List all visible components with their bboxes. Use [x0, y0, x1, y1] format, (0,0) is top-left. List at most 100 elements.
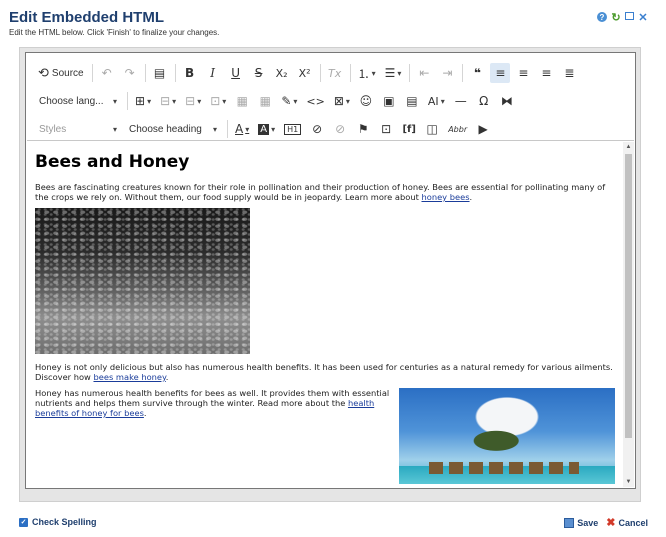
table-column-icon[interactable]: ⊟ ▾	[157, 91, 179, 111]
link-icon[interactable]: ⊘	[307, 119, 327, 139]
align-center-icon[interactable]: ≡	[513, 63, 533, 83]
blockquote-button[interactable]: ❝	[467, 63, 487, 83]
honey-bees-link[interactable]: honey bees	[421, 192, 469, 202]
editor-scrollbar[interactable]: ▲ ▼	[623, 142, 634, 487]
merge-cells-icon[interactable]: ⊡ ▾	[207, 91, 229, 111]
redo-icon[interactable]: ↷	[120, 63, 140, 83]
chevron-down-icon: ▾	[212, 124, 217, 134]
save-label: Save	[577, 517, 599, 528]
styles-select[interactable]: Styles ▾	[35, 119, 121, 139]
remove-format-button[interactable]: Tx	[325, 63, 345, 83]
float-section: Honey has numerous health benefits for b…	[35, 388, 615, 484]
select-all-icon[interactable]: ▤	[150, 63, 170, 83]
embed-media-icon[interactable]: ▶	[473, 119, 493, 139]
scrollbar-thumb[interactable]	[625, 154, 632, 438]
font-background-icon[interactable]: A ▾	[255, 119, 278, 139]
subscript-button[interactable]: X₂	[272, 63, 292, 83]
dialog-subtitle: Edit the HTML below. Click 'Finish' to f…	[9, 28, 220, 37]
separator	[127, 92, 128, 110]
heading-label: Choose heading	[129, 123, 202, 135]
chevron-down-icon: ▾	[112, 124, 117, 134]
abbreviation-button[interactable]: Abbr	[445, 119, 470, 139]
accessibility-icon[interactable]: ☺	[356, 91, 376, 111]
source-icon: ⟲	[38, 65, 49, 81]
title-icons: ? ↻ ✕	[597, 12, 648, 24]
maximize-icon[interactable]	[625, 12, 634, 20]
save-button[interactable]: Save	[564, 517, 599, 528]
refresh-icon[interactable]: ↻	[611, 12, 621, 24]
paragraph-end: .	[165, 372, 169, 382]
separator	[462, 64, 464, 82]
separator	[91, 64, 93, 82]
close-icon[interactable]: ✕	[638, 12, 648, 24]
media-icon[interactable]: ▣	[379, 91, 399, 111]
formula-button[interactable]: [f]	[399, 119, 419, 139]
numbered-list-icon[interactable]: ⒈ ▾	[355, 63, 379, 83]
font-color-icon[interactable]: A ▾	[232, 119, 252, 139]
bold-button[interactable]: B	[180, 63, 200, 83]
table-row-icon[interactable]: ⊟ ▾	[182, 91, 204, 111]
scroll-up-icon[interactable]: ▲	[623, 142, 634, 152]
editor-content[interactable]: Bees and Honey Bees are fascinating crea…	[27, 142, 623, 487]
help-icon[interactable]: ?	[597, 12, 607, 22]
cancel-icon: ✖	[606, 517, 616, 529]
paragraph-end: .	[143, 408, 147, 418]
source-label: Source	[51, 67, 84, 79]
paragraph-end: .	[469, 192, 473, 202]
editor-toolbar: ⟲ Source ↶ ↷ ▤ B I U S X₂ X² Tx ⒈▾ ☰▾	[27, 54, 634, 141]
separator	[174, 64, 176, 82]
content-heading: Bees and Honey	[35, 152, 190, 172]
cancel-button[interactable]: ✖ Cancel	[606, 516, 648, 529]
highlight-icon[interactable]: ✎ ▾	[278, 91, 300, 111]
separator	[409, 64, 411, 82]
unlink-icon[interactable]: ⊘	[330, 119, 350, 139]
dialog-actions: Save ✖ Cancel	[564, 516, 648, 529]
ai-label: AI	[427, 94, 439, 108]
bookmark-icon[interactable]: ⚑	[353, 119, 373, 139]
code-language-select[interactable]: Choose lang... ▾	[35, 91, 121, 111]
h1-button[interactable]: H1	[281, 119, 304, 139]
styles-label: Styles	[39, 123, 67, 135]
bees-make-honey-link[interactable]: bees make honey	[93, 372, 165, 382]
align-justify-icon[interactable]: ≣	[559, 63, 579, 83]
separator	[227, 120, 228, 138]
checkbox-icon[interactable]: ✓	[19, 517, 28, 527]
outdent-icon[interactable]: ⇤	[414, 63, 434, 83]
horizontal-line-icon[interactable]: —	[451, 91, 471, 111]
rain-image[interactable]	[35, 208, 250, 354]
bungalows	[429, 462, 579, 474]
layout-columns-icon[interactable]: ◫	[422, 119, 442, 139]
undo-icon[interactable]: ↶	[97, 63, 117, 83]
strikethrough-button[interactable]: S	[249, 63, 269, 83]
underline-button[interactable]: U	[226, 63, 246, 83]
image-edit-icon[interactable]: ⊡	[376, 119, 396, 139]
align-right-icon[interactable]: ≡	[536, 63, 556, 83]
island-image[interactable]	[399, 388, 615, 484]
source-button[interactable]: ⟲ Source	[35, 63, 87, 83]
content-paragraph-2: Honey is not only delicious but also has…	[35, 362, 615, 382]
h1-label: H1	[284, 123, 302, 135]
insert-image-icon[interactable]: ⊠ ▾	[331, 91, 353, 111]
save-icon	[564, 517, 575, 528]
content-paragraph-1: Bees are fascinating creatures known for…	[35, 182, 615, 202]
cancel-label: Cancel	[618, 517, 648, 528]
table-properties-icon[interactable]: ▦	[232, 91, 252, 111]
page-break-icon[interactable]: ⧓	[497, 91, 517, 111]
text-part-icon[interactable]: ▤	[402, 91, 422, 111]
bulleted-list-icon[interactable]: ☰ ▾	[382, 63, 405, 83]
special-characters-button[interactable]: Ω	[474, 91, 494, 111]
code-button[interactable]: <>	[303, 91, 327, 111]
italic-button[interactable]: I	[203, 63, 223, 83]
ai-assistant-button[interactable]: AI ▾	[425, 91, 448, 111]
superscript-button[interactable]: X²	[295, 63, 315, 83]
chevron-down-icon: ▾	[112, 96, 117, 106]
align-left-icon[interactable]: ≡	[490, 63, 511, 83]
indent-icon[interactable]: ⇥	[437, 63, 457, 83]
heading-select[interactable]: Choose heading ▾	[125, 119, 221, 139]
content-paragraph-3: Honey has numerous health benefits for b…	[35, 388, 405, 418]
table-icon[interactable]: ⊞ ▾	[132, 91, 154, 111]
cell-properties-icon[interactable]: ▦	[255, 91, 275, 111]
check-spelling-toggle[interactable]: ✓ Check Spelling	[19, 517, 97, 527]
check-spelling-label: Check Spelling	[32, 517, 97, 527]
scroll-down-icon[interactable]: ▼	[623, 477, 634, 487]
